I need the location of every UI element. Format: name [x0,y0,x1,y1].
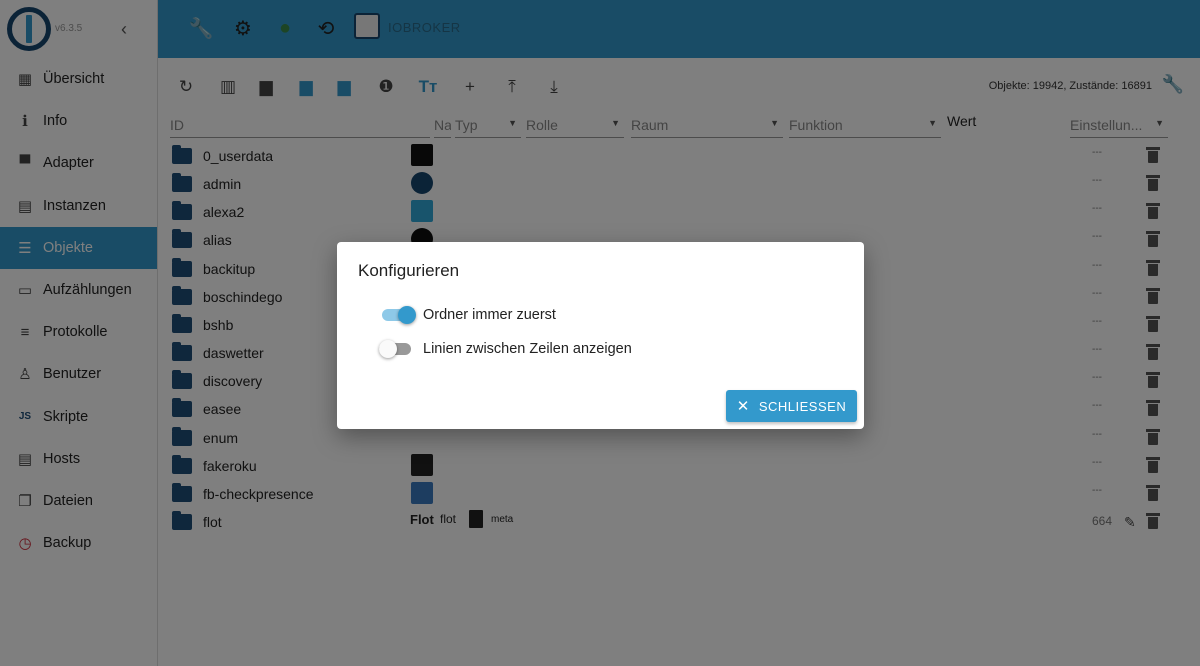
folders-first-label: Ordner immer zuerst [423,307,556,323]
dialog-title: Konfigurieren [358,261,460,280]
close-icon: ✕ [736,398,750,415]
row-lines-toggle[interactable] [379,339,413,359]
folders-first-toggle[interactable] [382,305,416,325]
close-button-label: SCHLIESSEN [758,398,847,414]
close-button[interactable]: ✕ SCHLIESSEN [726,390,857,422]
toggle-knob [398,306,416,324]
toggle-knob [379,340,397,358]
row-lines-label: Linien zwischen Zeilen anzeigen [423,341,632,357]
configure-dialog: Konfigurieren Ordner immer zuerst Linien… [337,242,864,429]
